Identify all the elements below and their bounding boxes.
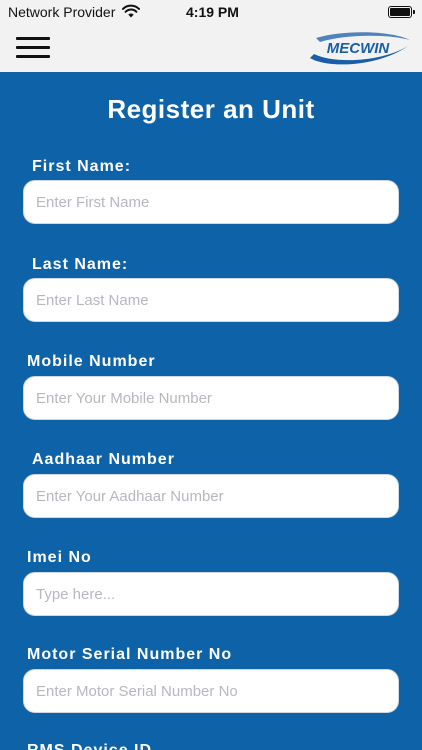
first-name-label: First Name: bbox=[32, 158, 132, 175]
logo-text: MECWIN bbox=[327, 40, 391, 57]
last-name-input[interactable] bbox=[23, 278, 399, 322]
motor-serial-input[interactable] bbox=[23, 669, 399, 713]
aadhaar-number-input[interactable] bbox=[23, 474, 399, 518]
clock-time: 4:19 PM bbox=[186, 4, 239, 20]
imei-label: Imei No bbox=[27, 549, 92, 566]
mobile-number-input[interactable] bbox=[23, 376, 399, 420]
wifi-icon bbox=[122, 4, 140, 18]
carrier-name: Network Provider bbox=[8, 4, 116, 20]
hamburger-menu-icon[interactable] bbox=[16, 35, 52, 61]
imei-input[interactable] bbox=[23, 572, 399, 616]
navigation-bar: MECWIN bbox=[0, 24, 422, 72]
battery-icon bbox=[388, 6, 415, 18]
page-title: Register an Unit bbox=[107, 94, 315, 124]
mobile-number-label: Mobile Number bbox=[27, 353, 156, 370]
status-bar: Network Provider 4:19 PM bbox=[0, 0, 422, 24]
mecwin-logo: MECWIN bbox=[310, 32, 410, 65]
registration-form: Register an Unit First Name: Last Name: … bbox=[0, 72, 422, 750]
last-name-label: Last Name: bbox=[32, 256, 129, 273]
motor-serial-label: Motor Serial Number No bbox=[27, 646, 233, 663]
first-name-input[interactable] bbox=[23, 180, 399, 224]
rms-device-id-label: RMS Device ID bbox=[27, 742, 152, 750]
aadhaar-number-label: Aadhaar Number bbox=[32, 451, 175, 468]
